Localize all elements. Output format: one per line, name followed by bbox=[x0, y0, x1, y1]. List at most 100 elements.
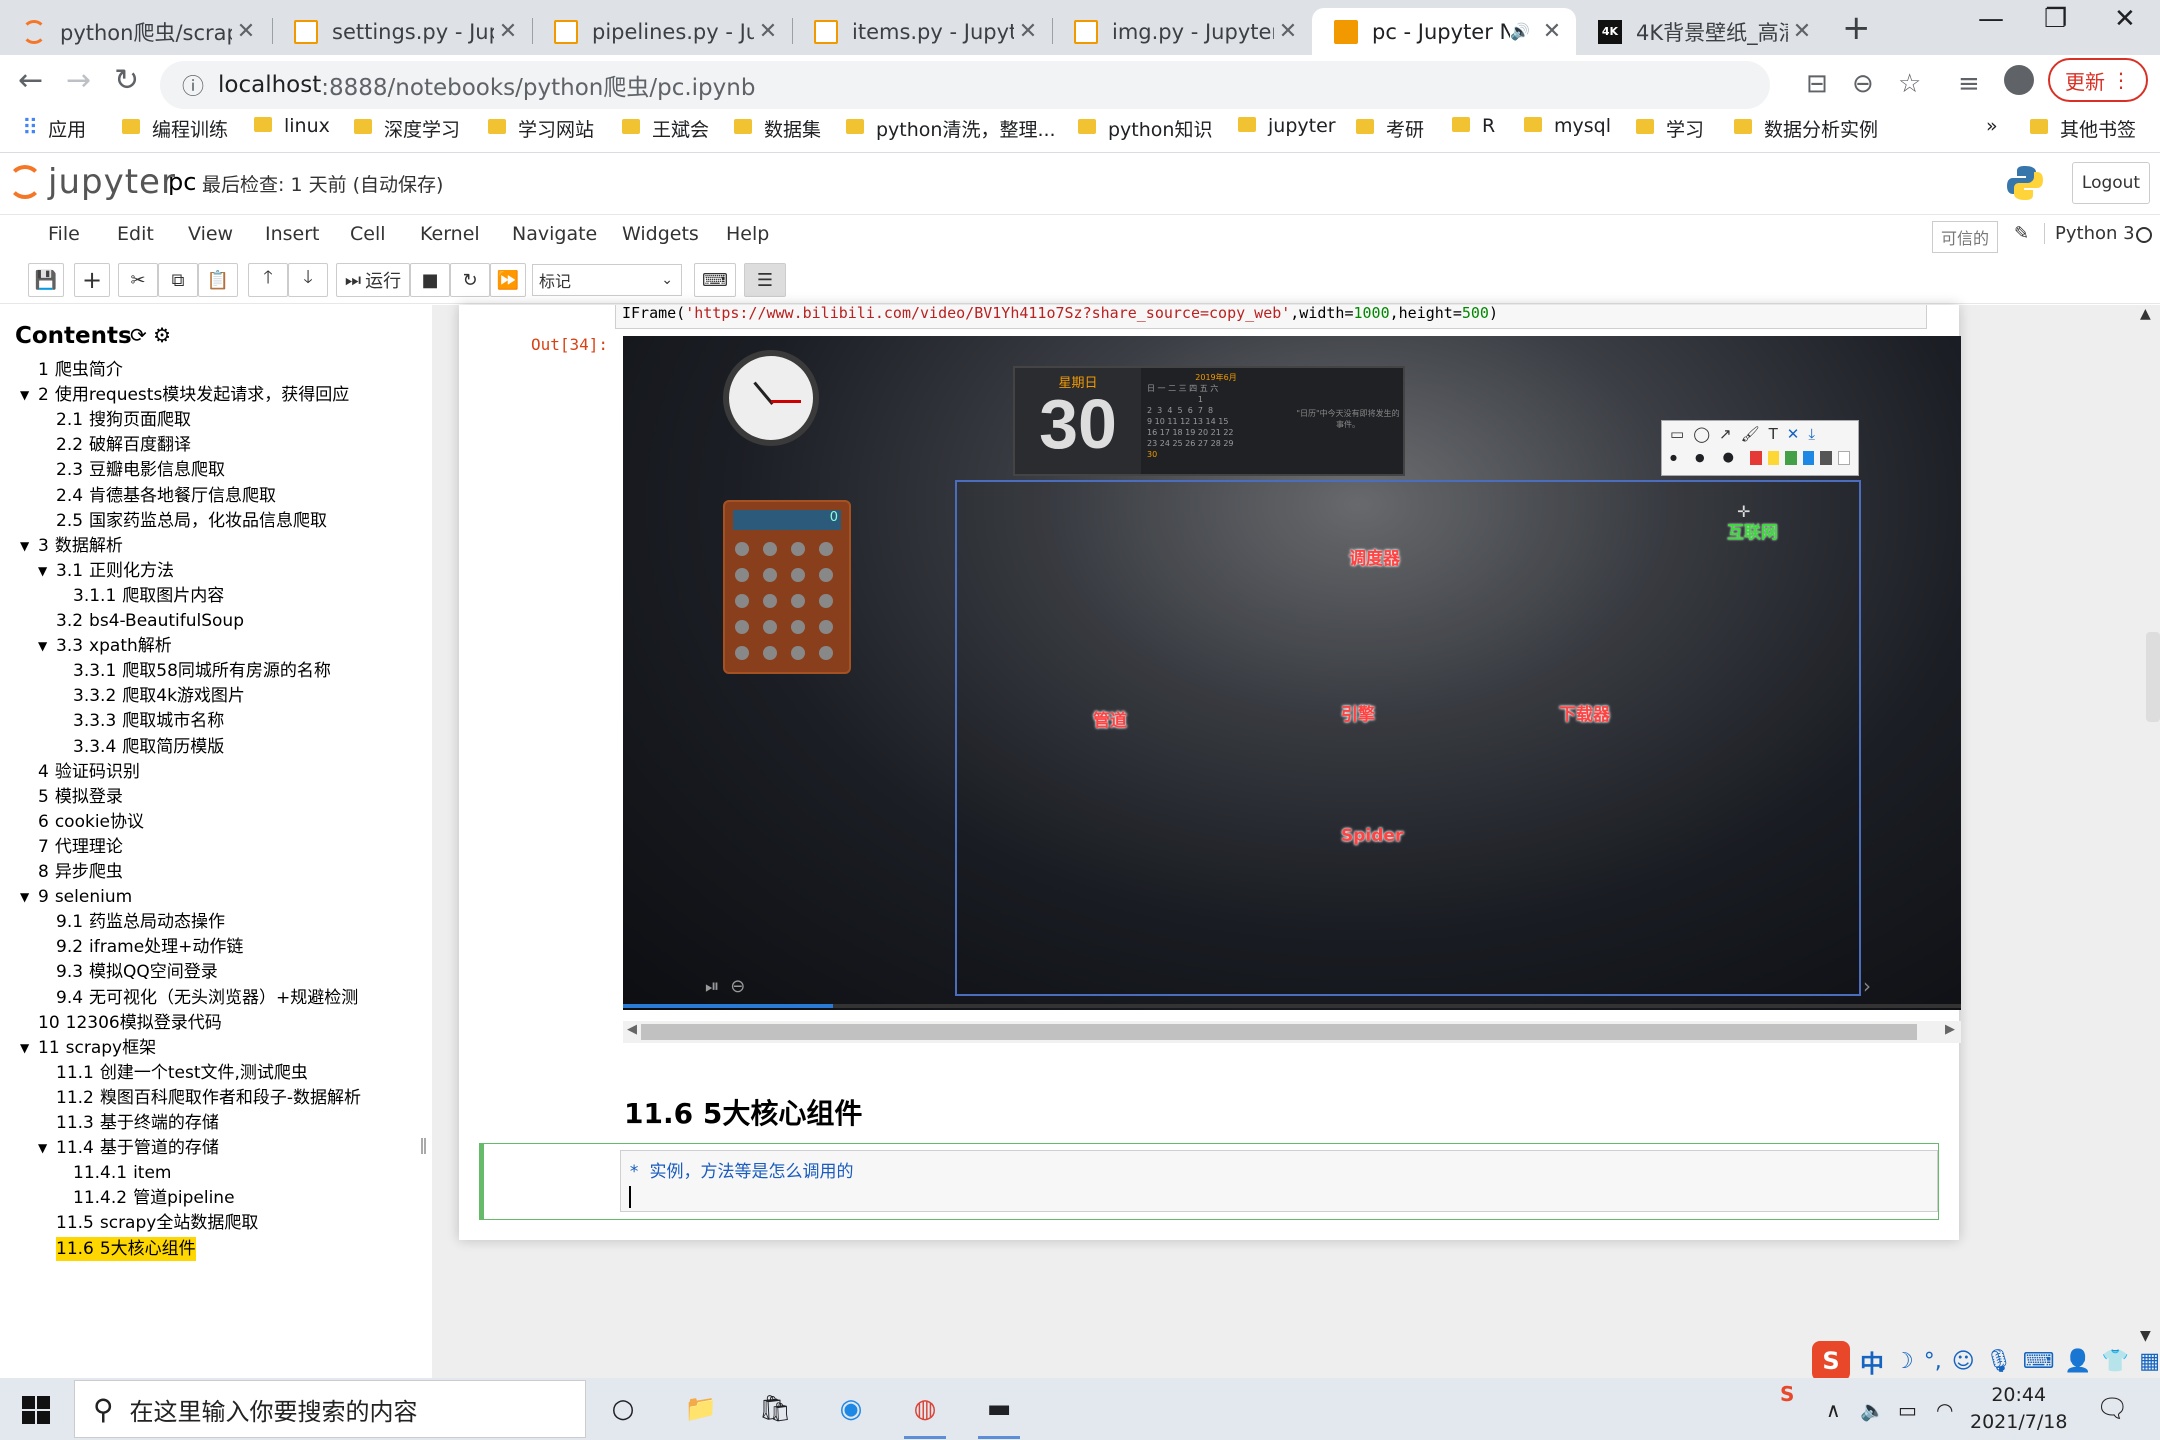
menu-help[interactable]: Help bbox=[726, 223, 769, 245]
new-tab-button[interactable]: + bbox=[1842, 8, 1871, 48]
code-cell-input[interactable]: IFrame('https://www.bilibili.com/video/B… bbox=[615, 305, 1927, 329]
store-icon[interactable]: 🛍 bbox=[754, 1388, 796, 1430]
info-icon[interactable]: ⓘ bbox=[182, 69, 204, 101]
close-icon[interactable]: ✕ bbox=[494, 19, 522, 44]
scrollbar-thumb[interactable] bbox=[641, 1024, 1917, 1040]
toc-item[interactable]: 9.2 iframe处理+动作链 bbox=[56, 935, 243, 959]
move-up-button[interactable]: 🡑 bbox=[248, 263, 288, 297]
terminal-icon[interactable]: ▬ bbox=[978, 1388, 1020, 1439]
taskbar-search-input[interactable]: ⚲ 在这里输入你要搜索的内容 bbox=[74, 1380, 586, 1438]
close-icon[interactable]: ✕ bbox=[1538, 19, 1566, 44]
bookmark-item[interactable]: mysql bbox=[1524, 115, 1611, 137]
caret-down-icon[interactable]: ▼ bbox=[38, 559, 47, 583]
back-icon[interactable]: ← bbox=[18, 63, 43, 98]
play-icon[interactable]: ⏯ bbox=[705, 976, 719, 997]
menu-cell[interactable]: Cell bbox=[350, 223, 386, 245]
toc-item[interactable]: 2.2 破解百度翻译 bbox=[56, 433, 191, 457]
close-icon[interactable]: ✕ bbox=[1014, 19, 1042, 44]
close-icon[interactable]: ✕ bbox=[1274, 19, 1302, 44]
restore-icon[interactable]: ❐ bbox=[2044, 4, 2067, 34]
horizontal-scrollbar[interactable]: ◀ ▶ bbox=[623, 1021, 1961, 1043]
bookmark-star-icon[interactable]: ☆ bbox=[1898, 69, 1921, 99]
update-button[interactable]: 更新 ⋮ bbox=[2048, 58, 2148, 102]
sogou-logo-icon[interactable]: S bbox=[1812, 1341, 1851, 1381]
refresh-icon[interactable]: ⟳ bbox=[130, 323, 147, 347]
toc-item[interactable]: 9.1 药监总局动态操作 bbox=[56, 910, 225, 934]
wifi-icon[interactable]: ◠ bbox=[1936, 1398, 1953, 1422]
close-icon[interactable]: ✕ bbox=[232, 19, 260, 44]
bookmark-apps[interactable]: ⠿ 应用 bbox=[22, 115, 86, 142]
toc-item[interactable]: 3.3.4 爬取简历模版 bbox=[73, 735, 224, 759]
caret-down-icon[interactable]: ▼ bbox=[20, 885, 29, 909]
bookmark-item[interactable]: jupyter bbox=[1238, 115, 1336, 137]
paste-button[interactable]: 📋 bbox=[198, 263, 238, 297]
bookmark-item[interactable]: 学习网站 bbox=[488, 115, 594, 142]
gear-icon[interactable]: ⚙ bbox=[153, 323, 171, 347]
toc-item[interactable]: 1 爬虫简介 bbox=[38, 358, 123, 382]
reading-list-icon[interactable]: ≡ bbox=[1958, 69, 1980, 99]
toc-item[interactable]: 11.5 scrapy全站数据爬取 bbox=[56, 1211, 258, 1235]
bookmark-item[interactable]: 数据集 bbox=[734, 115, 821, 142]
scroll-right-icon[interactable]: ▶ bbox=[1945, 1022, 1955, 1037]
toc-item[interactable]: 11.2 糗图百科爬取作者和段子-数据解析 bbox=[56, 1086, 361, 1110]
insert-cell-button[interactable]: + bbox=[74, 263, 110, 297]
iframe-video-player[interactable]: 星期日 30 2019年6月 日 一 二 三 四 五 六 1 2 3 4 5 6… bbox=[623, 336, 1961, 1010]
notebook-name[interactable]: pc bbox=[168, 168, 196, 196]
copy-button[interactable]: ⧉ bbox=[158, 263, 198, 297]
volume-icon[interactable]: 🔈 bbox=[1860, 1398, 1885, 1422]
emoji-icon[interactable]: ☺ bbox=[1952, 1349, 1975, 1374]
tab-img-py[interactable]: img.py - Jupyter Te ✕ bbox=[1052, 8, 1312, 55]
caret-down-icon[interactable]: ▼ bbox=[38, 634, 47, 658]
bookmarks-more-button[interactable]: » bbox=[1986, 115, 1998, 137]
toc-item[interactable]: 3.2 bs4-BeautifulSoup bbox=[56, 609, 244, 633]
bookmark-item[interactable]: R bbox=[1452, 115, 1495, 137]
toc-item[interactable]: 6 cookie协议 bbox=[38, 810, 144, 834]
scroll-up-icon[interactable]: ▲ bbox=[2140, 306, 2151, 322]
minimize-icon[interactable]: — bbox=[1978, 4, 2004, 34]
trusted-badge[interactable]: 可信的 bbox=[1932, 221, 1999, 253]
caret-down-icon[interactable]: ▼ bbox=[20, 1036, 29, 1060]
move-down-button[interactable]: 🡓 bbox=[288, 263, 328, 297]
bookmark-item[interactable]: 考研 bbox=[1356, 115, 1424, 142]
tab-pipelines-py[interactable]: pipelines.py - Jupy ✕ bbox=[532, 8, 792, 55]
cortana-icon[interactable]: ○ bbox=[602, 1388, 644, 1430]
tab-pc-notebook[interactable]: pc - Jupyter No 🔊 ✕ bbox=[1312, 8, 1576, 55]
logout-button[interactable]: Logout bbox=[2072, 162, 2150, 204]
reload-icon[interactable]: ↻ bbox=[114, 63, 139, 98]
bookmark-item[interactable]: 编程训练 bbox=[122, 115, 228, 142]
toc-item[interactable]: 4 验证码识别 bbox=[38, 760, 140, 784]
bookmark-item[interactable]: linux bbox=[254, 115, 330, 137]
toc-item[interactable]: 8 异步爬虫 bbox=[38, 860, 123, 884]
cell-type-select[interactable]: 标记 ⌄ bbox=[532, 264, 682, 296]
toc-item[interactable]: 2.5 国家药监总局，化妆品信息爬取 bbox=[56, 509, 327, 533]
close-icon[interactable]: ✕ bbox=[1788, 19, 1816, 44]
caret-down-icon[interactable]: ▼ bbox=[20, 534, 29, 558]
microphone-icon[interactable]: 🎙 bbox=[1985, 1349, 2013, 1374]
punctuation-icon[interactable]: °, bbox=[1924, 1349, 1942, 1374]
video-progress-bar[interactable] bbox=[623, 1004, 1961, 1008]
toc-item[interactable]: ▼ 9 selenium bbox=[20, 885, 132, 909]
scroll-left-icon[interactable]: ◀ bbox=[627, 1022, 637, 1037]
toc-item[interactable]: 2.1 搜狗页面爬取 bbox=[56, 408, 191, 432]
toc-item[interactable]: 9.3 模拟QQ空间登录 bbox=[56, 960, 218, 984]
selected-markdown-cell[interactable]: * 实例，方法等是怎么调用的 bbox=[479, 1143, 1939, 1220]
bookmark-item[interactable]: 王斌会 bbox=[622, 115, 709, 142]
avatar[interactable] bbox=[2004, 65, 2034, 95]
tab-4k-wallpaper[interactable]: 4K 4K背景壁纸_高清4K ✕ bbox=[1576, 8, 1826, 55]
jupyter-logo[interactable]: jupyter bbox=[8, 162, 176, 202]
toc-item[interactable]: ▼ 3.1 正则化方法 bbox=[38, 559, 174, 583]
forward-icon[interactable]: → bbox=[66, 63, 91, 98]
cut-button[interactable]: ✂ bbox=[118, 263, 158, 297]
bookmark-item[interactable]: 数据分析实例 bbox=[1734, 115, 1878, 142]
toc-item[interactable]: 11.6 5大核心组件 bbox=[56, 1236, 196, 1261]
ime-language[interactable]: 中 bbox=[1860, 1344, 1884, 1379]
toc-item[interactable]: 3.3.2 爬取4k游戏图片 bbox=[73, 684, 245, 708]
toc-item[interactable]: 11.1 创建一个test文件,测试爬虫 bbox=[56, 1061, 308, 1085]
shirt-icon[interactable]: 👕 bbox=[2102, 1349, 2129, 1374]
toc-item[interactable]: 11.4.2 管道pipeline bbox=[73, 1186, 235, 1210]
window-close-icon[interactable]: ✕ bbox=[2114, 4, 2136, 34]
other-bookmarks[interactable]: 其他书签 bbox=[2030, 115, 2136, 142]
keyboard-icon[interactable]: ⌨ bbox=[2023, 1349, 2055, 1374]
menu-kernel[interactable]: Kernel bbox=[420, 223, 480, 245]
close-icon[interactable]: ✕ bbox=[754, 19, 782, 44]
